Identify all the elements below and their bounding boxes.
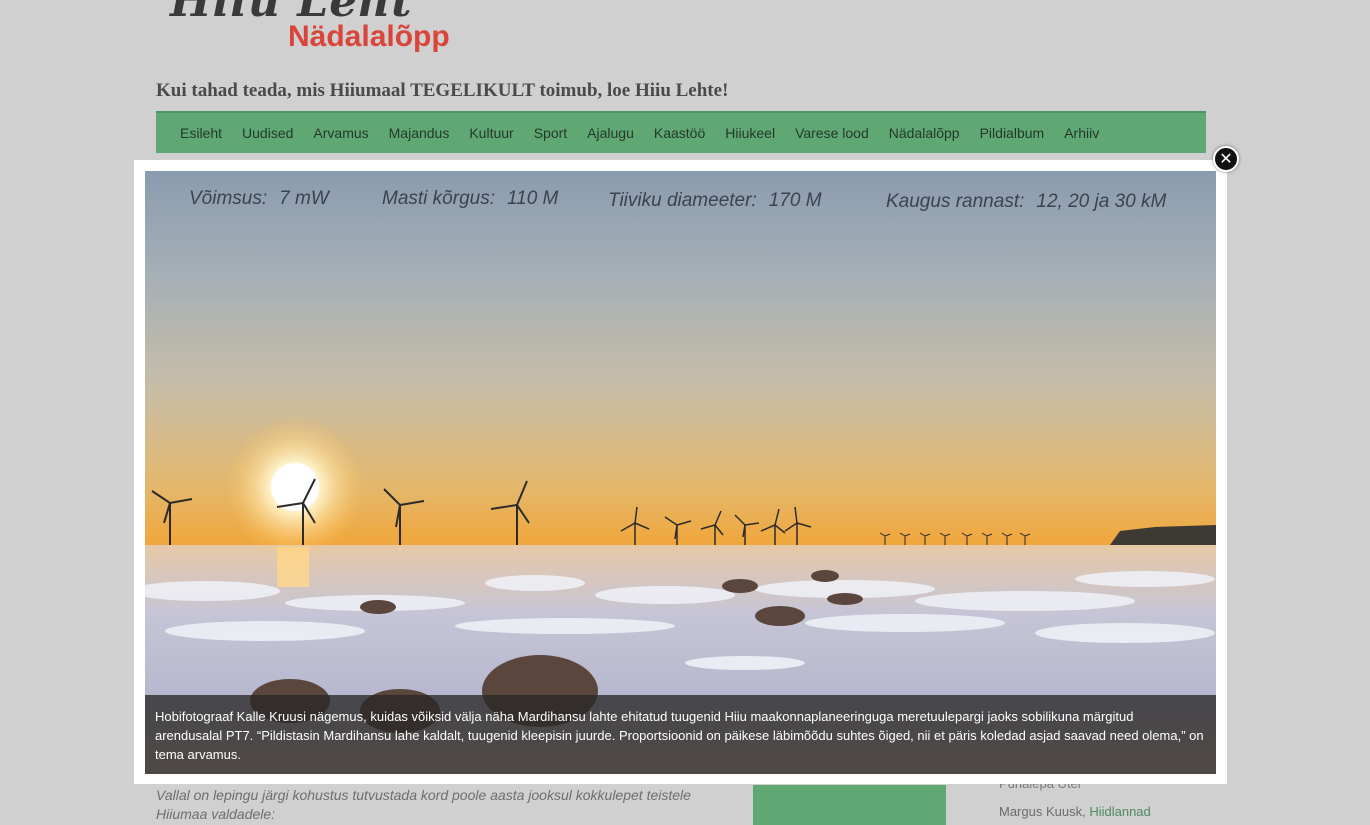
sidebar-author: Margus Kuusk, xyxy=(999,804,1086,819)
metric-rotor-diameter: Tiiviku diameeter: 170 M xyxy=(608,190,822,212)
site-tagline: Kui tahad teada, mis Hiiumaal TEGELIKULT… xyxy=(156,80,729,101)
metric-distance: Kaugus rannast: 12, 20 ja 30 kM xyxy=(886,191,1166,213)
seascape-illustration xyxy=(145,417,1216,774)
sidebar-item-author[interactable]: Margus Kuusk, Hiidlannad xyxy=(999,804,1151,819)
lightbox-photo: Võimsus: 7 mW Masti kõrgus: 110 M Tiiviku … xyxy=(145,171,1216,774)
metric-label: Masti kõrgus: xyxy=(382,188,495,209)
logo-subtitle: Nädalalõpp xyxy=(288,20,450,53)
nav-item-hiiukeel[interactable]: Hiiukeel xyxy=(715,125,785,141)
close-icon[interactable]: ✕ xyxy=(1213,146,1239,172)
main-nav: Esileht Uudised Arvamus Majandus Kultuur… xyxy=(156,111,1206,153)
metric-value: 110 M xyxy=(506,188,559,209)
nav-item-nadalalopp[interactable]: Nädalalõpp xyxy=(879,125,970,141)
nav-item-kultuur[interactable]: Kultuur xyxy=(459,125,523,141)
nav-item-pildialbum[interactable]: Pildialbum xyxy=(970,125,1055,141)
nav-item-esileht[interactable]: Esileht xyxy=(170,125,232,141)
nav-item-arvamus[interactable]: Arvamus xyxy=(303,125,378,141)
nav-item-ajalugu[interactable]: Ajalugu xyxy=(577,125,644,141)
nav-item-uudised[interactable]: Uudised xyxy=(232,125,303,141)
nav-item-majandus[interactable]: Majandus xyxy=(379,125,460,141)
site-logo[interactable]: Hiiu Leht Nädalalõpp xyxy=(160,0,520,62)
metric-mast-height: Masti kõrgus: 110 M xyxy=(382,188,558,210)
lightbox-caption: Hobifotograaf Kalle Kruusi nägemus, kuid… xyxy=(145,695,1216,774)
nav-item-varese-lood[interactable]: Varese lood xyxy=(785,125,879,141)
metric-label: Tiiviku diameeter: xyxy=(608,190,757,211)
sidebar-green-block xyxy=(753,785,946,825)
metric-power: Võimsus: 7 mW xyxy=(189,188,329,210)
metric-label: Võimsus: xyxy=(189,188,268,209)
metric-label: Kaugus rannast: xyxy=(886,191,1025,212)
nav-item-kaastoo[interactable]: Kaastöö xyxy=(644,125,715,141)
metric-value: 7 mW xyxy=(279,188,329,209)
metric-value: 12, 20 ja 30 kM xyxy=(1036,191,1167,212)
sidebar-link[interactable]: Hiidlannad xyxy=(1089,804,1150,819)
metric-value: 170 M xyxy=(768,190,822,211)
nav-item-sport[interactable]: Sport xyxy=(524,125,577,141)
article-excerpt: Vallal on lepingu järgi kohustus tutvust… xyxy=(156,787,691,822)
nav-item-arhiiv[interactable]: Arhiiv xyxy=(1054,125,1109,141)
